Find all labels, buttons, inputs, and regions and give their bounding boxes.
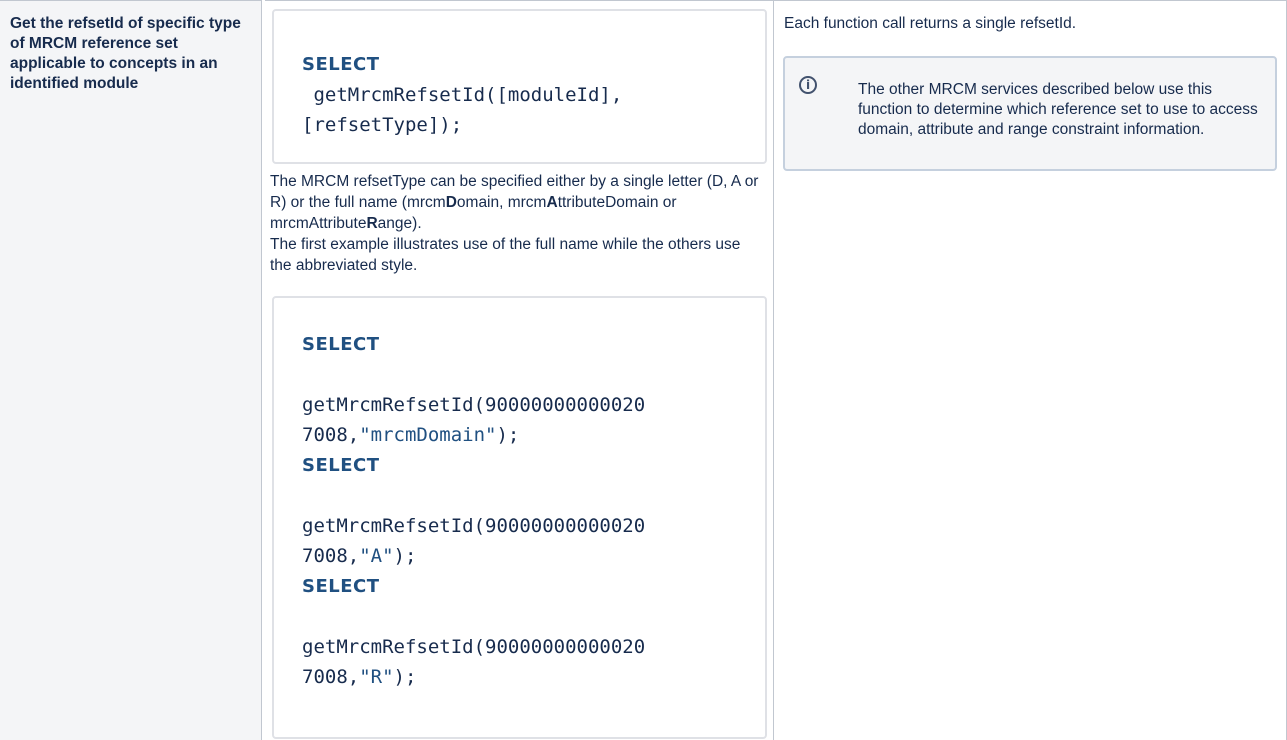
code-syntax: SELECT getMrcmRefsetId([moduleId], [refs… — [302, 49, 622, 140]
code-line: 7008, — [302, 545, 360, 567]
code-string: "R" — [359, 666, 394, 688]
description-text: omain, mrcm — [456, 194, 547, 211]
code-line: ); — [496, 424, 520, 446]
code-examples: SELECT getMrcmRefsetId(90000000000020 70… — [302, 329, 645, 692]
code-line: getMrcmRefsetId(90000000000020 — [302, 515, 646, 537]
row-header-cell: Get the refsetId of specific type of MRC… — [0, 0, 262, 740]
syntax-description: The MRCM refsetType can be specified eit… — [270, 171, 765, 276]
description-bold: A — [546, 194, 558, 211]
info-icon: i — [799, 76, 817, 94]
code-line: getMrcmRefsetId(90000000000020 — [302, 636, 646, 658]
code-keyword: SELECT — [302, 54, 380, 75]
code-line: 7008, — [302, 424, 360, 446]
code-line: getMrcmRefsetId([moduleId], — [302, 84, 623, 106]
description-text: ange). — [377, 215, 422, 232]
row-header: Get the refsetId of specific type of MRC… — [10, 15, 241, 92]
table-row: Get the refsetId of specific type of MRC… — [0, 0, 1287, 740]
code-line: getMrcmRefsetId(90000000000020 — [302, 394, 646, 416]
code-line: 7008, — [302, 666, 360, 688]
description-bold: R — [366, 215, 378, 232]
code-block-examples: SELECT getMrcmRefsetId(90000000000020 70… — [272, 296, 767, 739]
description-text: The first example illustrates use of the… — [270, 236, 741, 274]
result-text: Each function call returns a single refs… — [784, 15, 1077, 32]
description-bold: D — [445, 194, 457, 211]
code-line: ); — [393, 545, 417, 567]
code-keyword: SELECT — [302, 455, 380, 476]
notes-cell: Each function call returns a single refs… — [774, 0, 1287, 740]
code-block-syntax: SELECT getMrcmRefsetId([moduleId], [refs… — [272, 9, 767, 164]
code-keyword: SELECT — [302, 334, 380, 355]
info-panel-text: The other MRCM services described below … — [858, 81, 1258, 138]
code-line: ); — [393, 666, 417, 688]
info-panel: i The other MRCM services described belo… — [783, 56, 1277, 171]
code-string: "mrcmDomain" — [359, 424, 497, 446]
code-line: [refsetType]); — [302, 114, 463, 136]
code-string: "A" — [359, 545, 394, 567]
code-keyword: SELECT — [302, 576, 380, 597]
syntax-cell: SELECT getMrcmRefsetId([moduleId], [refs… — [265, 0, 774, 740]
